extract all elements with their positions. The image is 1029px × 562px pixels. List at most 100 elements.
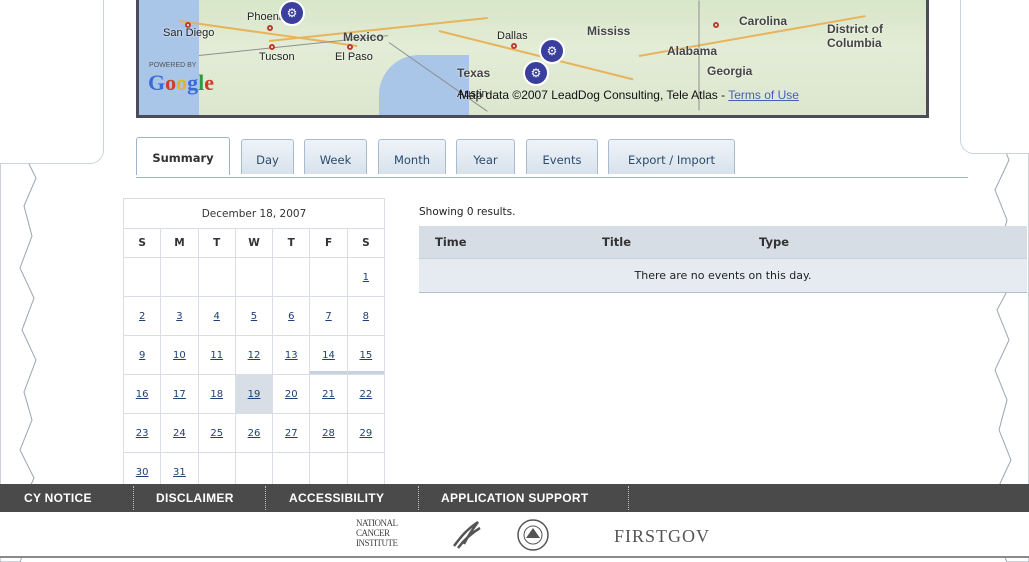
calendar-day-link[interactable]: 21 — [322, 389, 335, 400]
calendar-day-link[interactable]: 3 — [176, 311, 182, 322]
footer-link-privacy-notice[interactable]: CY NOTICE — [24, 484, 92, 512]
map-label-el-paso: El Paso — [335, 51, 373, 63]
calendar-day[interactable]: 13 — [272, 335, 311, 375]
calendar-day-link[interactable]: 5 — [251, 311, 257, 322]
tab-summary[interactable]: Summary — [136, 137, 230, 175]
terms-of-use-link[interactable]: Terms of Use — [728, 88, 799, 102]
calendar-day-link[interactable]: 29 — [359, 428, 372, 439]
calendar-day-link[interactable]: 10 — [173, 350, 186, 361]
calendar-day-link[interactable]: 4 — [214, 311, 220, 322]
calendar-day-link[interactable]: 11 — [210, 350, 223, 361]
calendar-day[interactable]: 5 — [234, 296, 274, 336]
calendar-day-link[interactable]: 19 — [248, 389, 261, 400]
calendar-day-link[interactable]: 9 — [139, 350, 145, 361]
event-marker-icon[interactable]: ⚙ — [523, 60, 549, 86]
calendar-day-link[interactable]: 16 — [136, 389, 149, 400]
calendar-day[interactable]: 18 — [197, 374, 236, 414]
calendar-day[interactable]: 22 — [346, 374, 386, 414]
calendar-day-link[interactable]: 31 — [173, 467, 186, 478]
tab-month[interactable]: Month — [378, 139, 446, 174]
calendar-day-link[interactable]: 6 — [288, 311, 294, 322]
calendar-day[interactable]: 19 — [234, 374, 274, 414]
calendar-day-link[interactable]: 7 — [325, 311, 331, 322]
calendar-day-link[interactable]: 28 — [322, 428, 335, 439]
calendar-day[interactable]: 6 — [272, 296, 311, 336]
google-logo[interactable]: Google — [148, 70, 214, 96]
footer-link-disclaimer[interactable]: DISCLAIMER — [156, 484, 234, 512]
calendar-day[interactable]: 28 — [309, 413, 348, 453]
calendar-day[interactable]: 8 — [346, 296, 386, 336]
calendar-day-link[interactable]: 17 — [173, 389, 186, 400]
calendar-day-link[interactable]: 23 — [136, 428, 149, 439]
calendar-day-link[interactable]: 12 — [248, 350, 261, 361]
calendar-day[interactable]: 9 — [122, 335, 162, 375]
calendar-day[interactable]: 4 — [197, 296, 236, 336]
weekday-header: T — [197, 228, 236, 258]
calendar-day[interactable]: 3 — [160, 296, 199, 336]
calendar-empty-cell — [234, 257, 274, 297]
calendar-title: December 18, 2007 — [123, 198, 385, 229]
calendar-day-link[interactable]: 8 — [363, 311, 369, 322]
calendar-day[interactable]: 21 — [309, 374, 348, 414]
calendar-week-row: 1 — [122, 257, 386, 297]
nci-logo[interactable]: NATIONAL CANCER INSTITUTE — [356, 518, 398, 548]
calendar-day-link[interactable]: 26 — [248, 428, 261, 439]
calendar-day[interactable]: 26 — [234, 413, 274, 453]
footer-separator — [133, 486, 134, 510]
footer-link-application-support[interactable]: APPLICATION SUPPORT — [441, 484, 589, 512]
column-header-type[interactable]: Type — [743, 226, 1027, 259]
hhs-eagle-icon[interactable] — [450, 518, 484, 552]
calendar-day-link[interactable]: 15 — [359, 350, 372, 361]
map-view[interactable]: San Diego Phoenix Tucson Mexico El Paso … — [136, 0, 929, 118]
calendar-day[interactable]: 16 — [122, 374, 162, 414]
calendar-day[interactable]: 10 — [160, 335, 199, 375]
calendar-day-link[interactable]: 20 — [285, 389, 298, 400]
footer-link-accessibility[interactable]: ACCESSIBILITY — [289, 484, 384, 512]
tab-day[interactable]: Day — [241, 139, 294, 174]
calendar-day[interactable]: 29 — [346, 413, 386, 453]
tab-export-import[interactable]: Export / Import — [608, 139, 735, 174]
calendar-day[interactable]: 2 — [122, 296, 162, 336]
tab-events[interactable]: Events — [526, 139, 598, 174]
weekday-header: S — [122, 228, 162, 258]
calendar-day-link[interactable]: 25 — [210, 428, 223, 439]
firstgov-logo[interactable]: FIRSTGOV — [614, 526, 710, 547]
tab-week[interactable]: Week — [304, 139, 367, 174]
column-header-title[interactable]: Title — [586, 226, 743, 259]
calendar-day[interactable]: 14 — [309, 335, 348, 375]
calendar-day-link[interactable]: 13 — [285, 350, 298, 361]
calendar-day-link[interactable]: 22 — [359, 389, 372, 400]
event-marker-icon[interactable]: ⚙ — [279, 0, 305, 26]
calendar-day[interactable]: 17 — [160, 374, 199, 414]
calendar-day[interactable]: 24 — [160, 413, 199, 453]
calendar-day[interactable]: 1 — [346, 257, 386, 297]
footer-logos: NATIONAL CANCER INSTITUTE FIRSTGOV — [0, 512, 1029, 558]
weekday-header: F — [309, 228, 348, 258]
map-label-mexico: Mexico — [343, 30, 384, 44]
event-marker-icon[interactable]: ⚙ — [539, 38, 565, 64]
calendar-day[interactable]: 15 — [346, 335, 386, 375]
calendar-day[interactable]: 7 — [309, 296, 348, 336]
calendar-day-link[interactable]: 18 — [210, 389, 223, 400]
map-label-dallas: Dallas — [497, 30, 528, 42]
calendar-week-row: 9 10 11 12 13 14 15 — [122, 335, 386, 375]
calendar-day-link[interactable]: 27 — [285, 428, 298, 439]
right-side-panel — [960, 0, 1029, 154]
nih-seal-icon[interactable] — [516, 518, 550, 552]
calendar-day-link[interactable]: 2 — [139, 311, 145, 322]
tab-year[interactable]: Year — [456, 139, 515, 174]
results-count: Showing 0 results. — [419, 206, 516, 218]
calendar-day-link[interactable]: 1 — [363, 272, 369, 283]
footer-separator — [418, 486, 419, 510]
calendar-day-link[interactable]: 24 — [173, 428, 186, 439]
calendar-day[interactable]: 20 — [272, 374, 311, 414]
calendar-day-link[interactable]: 30 — [136, 467, 149, 478]
calendar-day[interactable]: 27 — [272, 413, 311, 453]
calendar-day[interactable]: 12 — [234, 335, 274, 375]
calendar-day-link[interactable]: 14 — [322, 350, 335, 361]
calendar-day[interactable]: 11 — [197, 335, 236, 375]
calendar-day[interactable]: 23 — [122, 413, 162, 453]
calendar-week-row: 23 24 25 26 27 28 29 — [122, 413, 386, 453]
calendar-day[interactable]: 25 — [197, 413, 236, 453]
column-header-time[interactable]: Time — [419, 226, 586, 259]
